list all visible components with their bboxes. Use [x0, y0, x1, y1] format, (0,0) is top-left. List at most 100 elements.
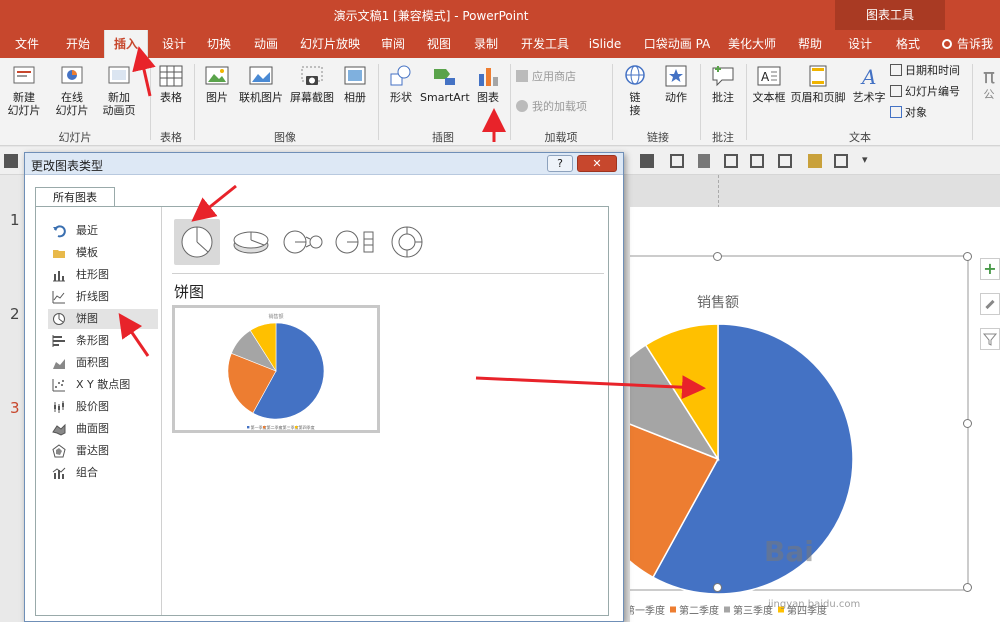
screenshot-button[interactable]: 屏幕截图 [288, 64, 336, 104]
doughnut-subtype-icon [391, 226, 423, 258]
selection-handle[interactable] [963, 419, 972, 428]
category-line[interactable]: 折线图 [48, 287, 158, 307]
wordart-button[interactable]: A 艺术字 [850, 64, 888, 104]
online-slide-button[interactable]: 在线 幻灯片 [52, 64, 92, 117]
legend-entry[interactable]: 第三季度 [733, 604, 773, 617]
slide-number-button[interactable]: 幻灯片编号 [890, 85, 968, 98]
toolbar-icon[interactable] [640, 154, 654, 168]
save-icon[interactable] [4, 154, 18, 168]
chart-filters-button[interactable] [980, 328, 1000, 350]
slide-number[interactable]: 1 [10, 211, 20, 229]
tell-me-box[interactable]: 告诉我 [942, 30, 1000, 58]
tab-chart-design[interactable]: 设计 [842, 30, 878, 58]
comment-icon [712, 66, 734, 87]
tab-animations[interactable]: 动画 [248, 30, 284, 58]
category-label: 面积图 [76, 356, 109, 369]
my-addins-label: 我的加载项 [532, 100, 587, 113]
new-slide-button[interactable]: 新建 幻灯片 [4, 64, 44, 117]
legend-entry[interactable]: 第二季度 [679, 604, 719, 617]
tab-view[interactable]: 视图 [422, 30, 456, 58]
album-button[interactable]: 相册 [338, 64, 372, 104]
subtype-bar-of-pie[interactable] [332, 219, 378, 265]
chart-title[interactable]: 销售额 [697, 295, 739, 311]
tab-slideshow[interactable]: 幻灯片放映 [296, 30, 364, 58]
chart-preview[interactable]: 销售额 第一季度 第二季度 第三季度 第四季度 [172, 305, 380, 433]
tab-developer[interactable]: 开发工具 [516, 30, 574, 58]
pie-subtype-icon [181, 226, 213, 258]
ribbon-separator [150, 64, 151, 140]
category-recent[interactable]: 最近 [48, 221, 158, 241]
formula-button[interactable]: π 公 [978, 64, 1000, 101]
slide-number[interactable]: 2 [10, 305, 20, 323]
selection-handle[interactable] [713, 252, 722, 261]
tab-review[interactable]: 审阅 [376, 30, 410, 58]
my-addins-button[interactable]: 我的加载项 [516, 100, 606, 113]
brush-icon[interactable] [808, 154, 822, 168]
help-button[interactable]: ? [547, 155, 573, 172]
subtype-doughnut[interactable] [384, 219, 430, 265]
comment-button[interactable]: 批注 [704, 64, 742, 104]
toolbar-icon[interactable] [670, 154, 684, 168]
category-bar[interactable]: 条形图 [48, 331, 158, 351]
tab-pocket-anim[interactable]: 口袋动画 PA [640, 30, 714, 58]
action-button[interactable]: 动作 [656, 64, 696, 104]
subtype-pie[interactable] [174, 219, 220, 265]
textbox-button[interactable]: A 文本框 [750, 64, 788, 104]
more-icon[interactable]: ▾ [862, 153, 868, 166]
category-scatter[interactable]: X Y 散点图 [48, 375, 158, 395]
tab-insert[interactable]: 插入 [104, 30, 148, 58]
tab-record[interactable]: 录制 [468, 30, 504, 58]
toolbar-icon[interactable] [724, 154, 738, 168]
link-button[interactable]: 链 接 [618, 64, 652, 117]
category-radar[interactable]: 雷达图 [48, 441, 158, 461]
category-column[interactable]: 柱形图 [48, 265, 158, 285]
date-time-button[interactable]: 日期和时间 [890, 64, 968, 77]
online-picture-button[interactable]: 联机图片 [236, 64, 286, 104]
textbox-label: 文本框 [752, 91, 786, 104]
tab-beautify[interactable]: 美化大师 [724, 30, 780, 58]
tab-file[interactable]: 文件 [10, 30, 44, 58]
tab-all-charts[interactable]: 所有图表 [35, 187, 115, 207]
store-button[interactable]: 应用商店 [516, 70, 602, 83]
chart-elements-button[interactable]: + [980, 258, 1000, 280]
date-time-label: 日期和时间 [905, 64, 960, 77]
tab-islide[interactable]: iSlide [586, 30, 624, 58]
toolbar-icon[interactable] [778, 154, 792, 168]
selection-handle[interactable] [713, 583, 722, 592]
tab-chart-format[interactable]: 格式 [890, 30, 926, 58]
picture-button[interactable]: 图片 [200, 64, 234, 104]
tab-help[interactable]: 帮助 [792, 30, 828, 58]
category-template[interactable]: 模板 [48, 243, 158, 263]
legend-swatch [263, 426, 266, 429]
category-stock[interactable]: 股价图 [48, 397, 158, 417]
category-area[interactable]: 面积图 [48, 353, 158, 373]
subtype-pie-of-pie[interactable] [280, 219, 326, 265]
shapes-button[interactable]: 形状 [384, 64, 418, 104]
chart-button[interactable]: 图表 [472, 64, 504, 104]
category-combo[interactable]: 组合 [48, 463, 158, 483]
selection-handle[interactable] [963, 583, 972, 592]
tab-transitions[interactable]: 切换 [201, 30, 237, 58]
slide[interactable]: 销售额 第一季度第二季度第三季度第四季度 [630, 207, 1000, 622]
legend-entry[interactable]: 第一季度 [630, 604, 665, 617]
pie-chart[interactable]: 销售额 第一季度第二季度第三季度第四季度 [630, 207, 1000, 622]
subtype-3d-pie[interactable] [228, 219, 274, 265]
tab-design[interactable]: 设计 [156, 30, 192, 58]
category-pie[interactable]: 饼图 [48, 309, 158, 329]
table-button[interactable]: 表格 [154, 64, 188, 104]
chart-styles-button[interactable] [980, 293, 1000, 315]
toolbar-icon[interactable] [834, 154, 848, 168]
toolbar-icon[interactable] [750, 154, 764, 168]
header-footer-button[interactable]: 页眉和页脚 [790, 64, 846, 104]
legend-entry[interactable]: 第四季度 [299, 424, 315, 430]
smartart-button[interactable]: SmartArt [420, 64, 470, 104]
comment-label: 批注 [712, 91, 734, 104]
selection-handle[interactable] [963, 252, 972, 261]
category-surface[interactable]: 曲面图 [48, 419, 158, 439]
toolbar-icon[interactable] [698, 154, 710, 168]
slide-number[interactable]: 3 [10, 399, 20, 417]
close-button[interactable]: ✕ [577, 155, 617, 172]
object-button[interactable]: 对象 [890, 106, 968, 119]
tab-home[interactable]: 开始 [60, 30, 96, 58]
new-anim-page-button[interactable]: 新加 动画页 [98, 64, 140, 117]
